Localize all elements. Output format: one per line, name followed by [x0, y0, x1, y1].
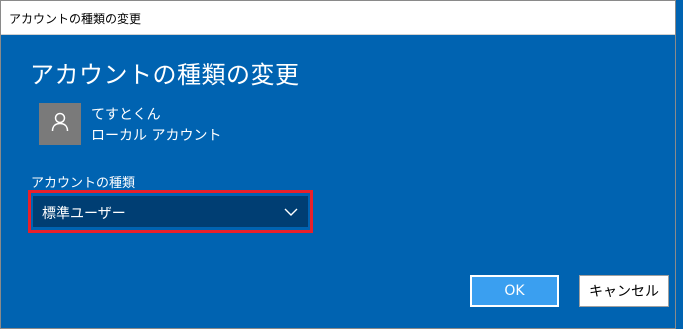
change-account-type-dialog: アカウントの種類の変更 アカウントの種類の変更 てすとくん ローカル アカウント…: [0, 0, 676, 329]
background-edge: [676, 0, 683, 329]
account-type-select[interactable]: 標準ユーザー: [33, 196, 308, 227]
avatar: [39, 103, 81, 145]
title-bar: アカウントの種類の変更: [1, 1, 675, 35]
chevron-down-icon: [284, 204, 298, 223]
user-name: てすとくん: [91, 107, 161, 123]
window-title: アカウントの種類の変更: [9, 12, 142, 26]
account-kind: ローカル アカウント: [91, 128, 222, 144]
cancel-button[interactable]: キャンセル: [579, 275, 669, 307]
person-icon: [51, 112, 69, 136]
page-title: アカウントの種類の変更: [30, 61, 300, 89]
ok-button[interactable]: OK: [470, 275, 559, 307]
account-type-selected-value: 標準ユーザー: [42, 206, 126, 222]
account-type-label: アカウントの種類: [31, 176, 136, 191]
